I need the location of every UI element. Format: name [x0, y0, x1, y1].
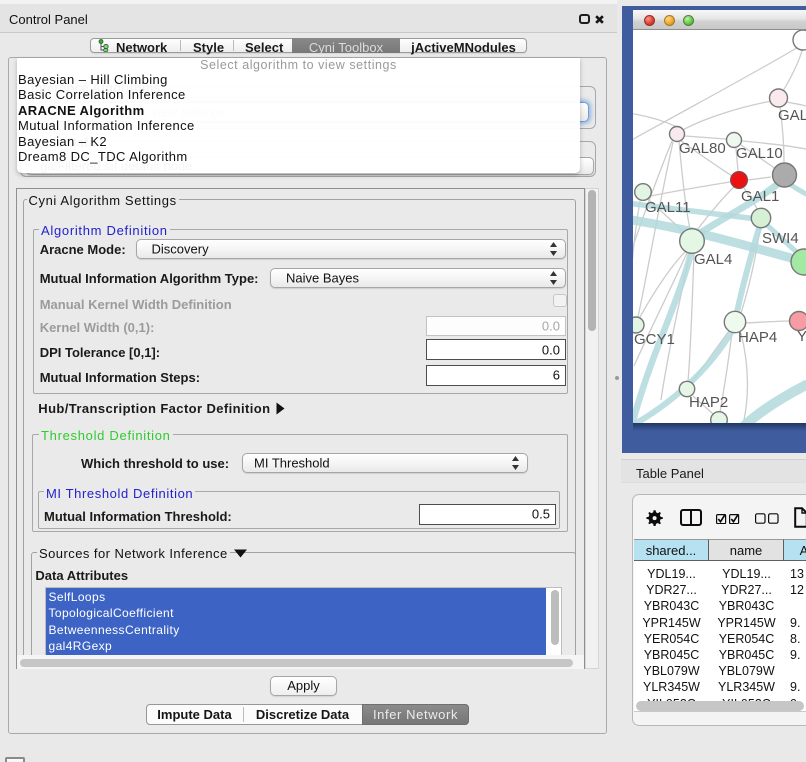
svg-text:GAL4: GAL4 — [694, 251, 732, 268]
svg-text:SWI4: SWI4 — [762, 230, 799, 247]
svg-text:GAL10: GAL10 — [736, 145, 783, 162]
svg-text:GAL11: GAL11 — [645, 199, 691, 216]
svg-text:HAP4: HAP4 — [738, 329, 777, 346]
svg-text:HAP2: HAP2 — [689, 394, 728, 411]
svg-text:GAL7: GAL7 — [778, 107, 806, 124]
svg-text:GAL1: GAL1 — [741, 188, 779, 205]
svg-text:GCY1: GCY1 — [634, 331, 675, 348]
svg-text:YJ: YJ — [797, 328, 806, 345]
svg-text:GAL80: GAL80 — [679, 140, 726, 157]
